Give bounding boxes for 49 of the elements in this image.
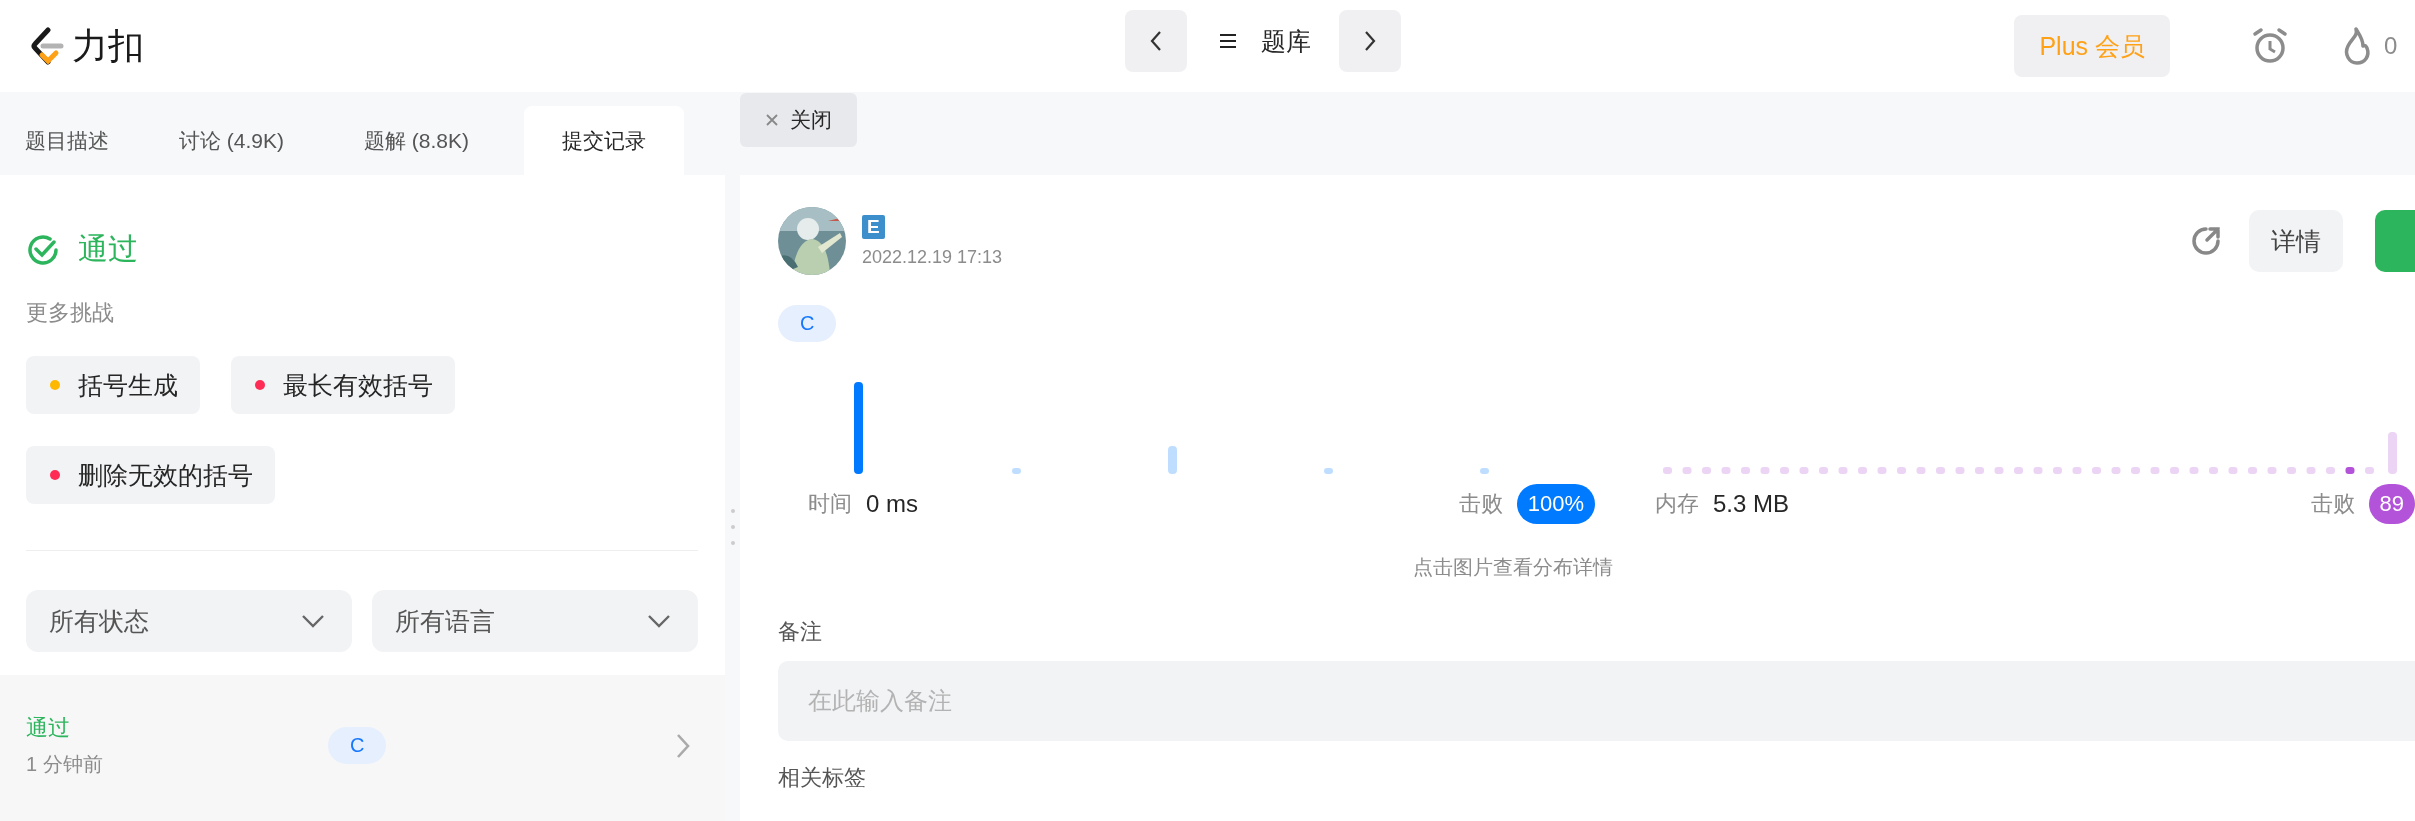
challenge-chip[interactable]: 删除无效的括号 xyxy=(26,446,275,504)
action-button[interactable] xyxy=(2375,210,2415,272)
stat-value: 0 ms xyxy=(866,490,918,518)
panel-splitter[interactable] xyxy=(725,92,740,821)
note-label: 备注 xyxy=(778,618,823,646)
chevron-left-icon xyxy=(1149,29,1163,53)
close-tab[interactable]: 关闭 xyxy=(740,92,857,147)
language-tag: C xyxy=(328,727,387,764)
challenge-chip[interactable]: 括号生成 xyxy=(26,356,200,414)
alarm-clock-icon[interactable] xyxy=(2250,26,2290,66)
note-input[interactable]: 在此输入备注 xyxy=(778,661,2415,741)
stat-value: 5.3 MB xyxy=(1713,490,1790,518)
submission-time: 1 分钟前 xyxy=(26,752,104,777)
tab[interactable]: 题目描述 xyxy=(0,106,134,175)
chevron-down-icon xyxy=(300,613,326,629)
submission-date: 2022.12.19 17:13 xyxy=(862,246,1003,268)
check-circle-icon xyxy=(26,232,60,267)
beat-percentage: 89 xyxy=(2368,484,2415,524)
logo-icon xyxy=(30,27,64,65)
chevron-right-icon xyxy=(1363,29,1377,53)
previous-button[interactable] xyxy=(1125,10,1187,72)
tab[interactable]: 提交记录 xyxy=(524,106,685,175)
close-icon xyxy=(764,111,780,128)
chart-hint: 点击图片查看分布详情 xyxy=(1412,555,1614,580)
menu-icon xyxy=(1219,33,1237,49)
next-button[interactable] xyxy=(1339,10,1401,72)
details-button[interactable]: 详情 xyxy=(2249,210,2343,272)
share-icon[interactable] xyxy=(2189,224,2223,258)
language-tag: C xyxy=(778,305,837,342)
logo-text[interactable]: 力扣 xyxy=(72,21,144,71)
challenge-chip[interactable]: 最长有效括号 xyxy=(231,356,455,414)
filter-dropdown[interactable]: 所有状态 xyxy=(26,590,352,652)
stat-label: 内存 xyxy=(1655,490,1699,518)
filter-dropdown[interactable]: 所有语言 xyxy=(372,590,698,652)
beat-label: 击败 xyxy=(1458,490,1503,518)
problem-list-link[interactable]: 题库 xyxy=(1187,10,1339,72)
result-status: 通过 xyxy=(78,231,138,267)
streak-count: 0 xyxy=(2384,32,2398,60)
tab[interactable]: 题解 (8.8K) xyxy=(339,106,495,175)
drag-handle-icon[interactable] xyxy=(729,506,736,547)
submission-status: 通过 xyxy=(26,714,71,742)
beat-percentage: 100% xyxy=(1516,484,1595,524)
beat-label: 击败 xyxy=(2310,490,2355,518)
tab[interactable]: 讨论 (4.9K) xyxy=(154,106,310,175)
chevron-down-icon xyxy=(646,613,672,629)
language-badge: E xyxy=(862,214,885,239)
more-challenges-label: 更多挑战 xyxy=(26,299,115,327)
tags-label: 相关标签 xyxy=(778,764,867,792)
stat-label: 时间 xyxy=(808,490,852,518)
